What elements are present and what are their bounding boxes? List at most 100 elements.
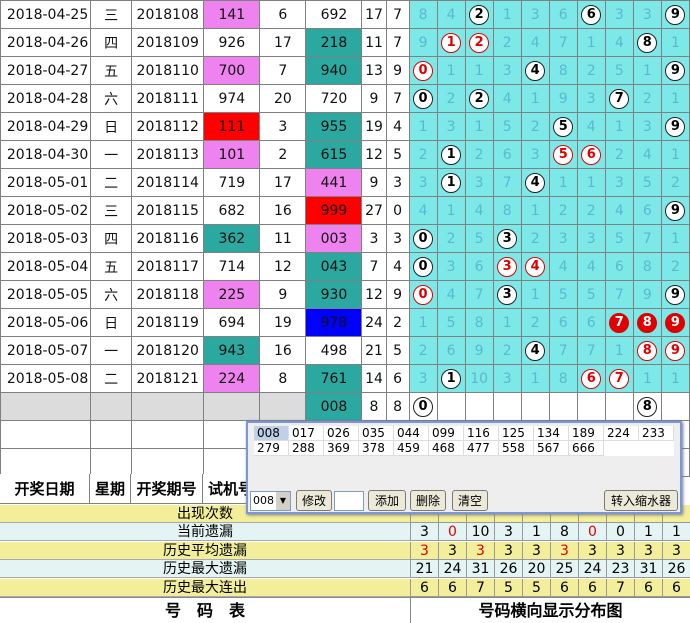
delete-button[interactable]: 删除 — [410, 490, 446, 511]
miss-count: 2 — [530, 118, 540, 135]
distribution-cell: 1 — [436, 168, 466, 197]
distribution-cell: 4 — [632, 140, 662, 169]
trial-sum: 2 — [259, 140, 307, 169]
filtered-number[interactable]: 288 — [289, 441, 324, 456]
miss-count: 7 — [586, 342, 596, 359]
distribution-cell: 1 — [604, 112, 634, 141]
miss-count: 1 — [530, 90, 540, 107]
trial-sum: 11 — [259, 224, 307, 253]
filtered-number[interactable]: 189 — [569, 426, 604, 441]
draw-date: 2018-05-01 — [0, 168, 92, 197]
filtered-number[interactable]: 468 — [429, 441, 464, 456]
distribution-cell: 9 — [660, 112, 690, 141]
sum-value: 24 — [361, 308, 387, 337]
filtered-number[interactable]: 099 — [429, 426, 464, 441]
hit-ball: 2 — [469, 88, 490, 109]
filtered-number[interactable]: 459 — [394, 441, 429, 456]
miss-count: 1 — [670, 90, 680, 107]
miss-count: 2 — [586, 62, 596, 79]
miss-count: 5 — [614, 230, 624, 247]
hit-ball: 9 — [665, 4, 686, 25]
transfer-water-button[interactable]: 转入缩水器 — [604, 490, 678, 511]
chevron-down-icon[interactable]: ▼ — [276, 492, 290, 510]
distribution-cell: 8 — [632, 336, 662, 365]
filtered-number[interactable]: 378 — [359, 441, 394, 456]
distribution-cell: 4 — [436, 280, 466, 309]
filtered-number[interactable]: 044 — [394, 426, 429, 441]
span-value: 7 — [385, 0, 410, 29]
filtered-number[interactable]: 224 — [604, 426, 639, 441]
distribution-cell: 8 — [632, 392, 662, 421]
distribution-cell: 6 — [548, 0, 578, 29]
hit-ball: 5 — [553, 144, 574, 165]
distribution-cell: 6 — [576, 140, 606, 169]
predicted-sum: 8 — [361, 392, 387, 421]
hit-ball: 0 — [413, 256, 434, 277]
draw-date: 2018-04-25 — [0, 0, 92, 29]
distribution-cell: 6 — [464, 252, 494, 281]
distribution-cell: 7 — [604, 308, 634, 337]
filtered-number[interactable]: 567 — [534, 441, 569, 456]
hit-ball: 0 — [413, 88, 434, 109]
hit-ball: 3 — [497, 228, 518, 249]
stat-label: 当前遗漏 — [0, 523, 410, 542]
filtered-number[interactable]: 035 — [359, 426, 394, 441]
miss-count: 10 — [470, 370, 489, 387]
distribution-cell: 8 — [492, 196, 522, 225]
history-table: 2018-04-25 三 2018108 141 6 692 17 7 8 4 2 1 3 6 6 3 3 9 20… — [0, 0, 690, 477]
distribution-cell: 3 — [492, 224, 522, 253]
filtered-number-list[interactable]: 008 017 026 035 044 099 116 125 134 189 224 233 279 2… — [254, 426, 674, 456]
stat-value: 6 — [438, 578, 466, 597]
filtered-number[interactable]: 026 — [324, 426, 359, 441]
distribution-cell: 1 — [464, 112, 494, 141]
miss-count: 6 — [586, 314, 596, 331]
hit-ball: 9 — [665, 200, 686, 221]
span-value: 3 — [385, 224, 410, 253]
miss-count: 3 — [614, 6, 624, 23]
header-date: 开奖日期 — [0, 474, 90, 504]
draw-date: 2018-05-08 — [0, 364, 92, 393]
distribution-cell — [436, 392, 466, 421]
miss-count: 7 — [558, 34, 568, 51]
stat-value: 26 — [494, 560, 522, 579]
filtered-number[interactable]: 125 — [499, 426, 534, 441]
filtered-number[interactable]: 369 — [324, 441, 359, 456]
miss-count: 4 — [418, 202, 428, 219]
miss-count: 7 — [642, 230, 652, 247]
add-button[interactable]: 添加 — [368, 490, 406, 511]
empty-cell — [203, 392, 261, 421]
miss-count: 4 — [586, 118, 596, 135]
filtered-number[interactable]: 666 — [569, 441, 604, 456]
sum-value: 12 — [361, 280, 387, 309]
distribution-cell: 1 — [576, 168, 606, 197]
filtered-number[interactable]: 008 — [254, 426, 289, 441]
clear-button[interactable]: 清空 — [452, 490, 488, 511]
empty-cell — [131, 420, 205, 449]
modify-button[interactable]: 修改 — [296, 490, 332, 511]
number-combo[interactable]: 008 ▼ — [250, 491, 291, 511]
filtered-number[interactable]: 279 — [254, 441, 289, 456]
filtered-number[interactable]: 558 — [499, 441, 534, 456]
distribution-cell: 7 — [464, 280, 494, 309]
miss-count: 2 — [418, 342, 428, 359]
filtered-number[interactable]: 134 — [534, 426, 569, 441]
trial-sum: 12 — [259, 252, 307, 281]
distribution-cell: 1 — [436, 140, 466, 169]
distribution-cell: 1 — [408, 308, 438, 337]
hit-ball: 8 — [637, 340, 658, 361]
distribution-cell: 4 — [520, 56, 550, 85]
filtered-number[interactable]: 233 — [639, 426, 674, 441]
filtered-number[interactable]: 017 — [289, 426, 324, 441]
distribution-cell: 3 — [632, 112, 662, 141]
stat-value: 6 — [550, 578, 578, 597]
stat-value: 6 — [410, 578, 438, 597]
distribution-cell — [520, 392, 550, 421]
sum-value: 11 — [361, 28, 387, 57]
distribution-cell: 8 — [464, 308, 494, 337]
miss-count: 3 — [586, 230, 596, 247]
filtered-number[interactable]: 116 — [464, 426, 499, 441]
stat-value: 3 — [438, 541, 466, 560]
filtered-number[interactable]: 477 — [464, 441, 499, 456]
number-input[interactable] — [334, 491, 364, 511]
distribution-cell: 7 — [576, 336, 606, 365]
